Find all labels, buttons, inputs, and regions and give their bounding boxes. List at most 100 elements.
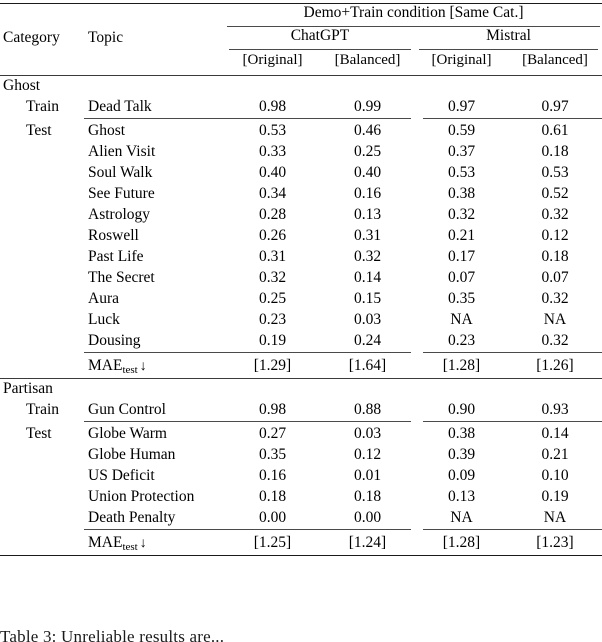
value-cell: 0.16	[353, 185, 382, 202]
value-cell: 0.14	[541, 425, 569, 442]
bottom-rule	[0, 552, 602, 556]
table-row: Test Globe Warm 0.27 0.03 0.38 0.14	[0, 422, 602, 443]
value-cell: 0.23	[447, 332, 476, 349]
topic-label: The Secret	[88, 269, 155, 286]
value-cell: 0.12	[541, 227, 569, 244]
value-cell: 0.19	[541, 488, 569, 505]
topic-label: Dead Talk	[88, 98, 152, 115]
value-cell: 0.18	[541, 248, 569, 265]
value-cell: 0.32	[541, 332, 569, 349]
mae-label-sub: test	[122, 541, 138, 553]
value-cell: 0.32	[258, 269, 287, 286]
table-row: Union Protection 0.18 0.18 0.13 0.19	[0, 485, 602, 506]
table-row-summary: MAEtest ↓ [1.29] [1.64] [1.28] [1.26]	[0, 353, 602, 376]
table-row-summary: MAEtest ↓ [1.25] [1.24] [1.28] [1.23]	[0, 530, 602, 553]
value-cell: 0.52	[541, 185, 569, 202]
value-cell: 0.40	[353, 164, 382, 181]
table-page: Category Topic Demo+Train condition [Sam…	[0, 0, 602, 642]
value-cell: 0.98	[258, 98, 287, 115]
down-arrow-icon: ↓	[139, 359, 147, 374]
table-row: Ghost	[0, 76, 602, 96]
topic-label: Gun Control	[88, 401, 166, 418]
topic-label: Aura	[88, 290, 119, 307]
value-cell: 0.53	[541, 164, 569, 181]
value-cell: 0.00	[258, 509, 287, 526]
table-row: Astrology 0.28 0.13 0.32 0.32	[0, 203, 602, 224]
value-cell: 0.13	[447, 488, 476, 505]
value-cell: 0.09	[447, 467, 476, 484]
topic-label: See Future	[88, 185, 155, 202]
value-cell: 0.93	[541, 401, 569, 418]
header-category: Category	[3, 29, 60, 46]
value-cell: 0.46	[353, 122, 382, 139]
topic-label: Globe Warm	[88, 425, 167, 442]
value-cell: [1.24]	[348, 534, 387, 551]
header-topic: Topic	[88, 29, 124, 46]
value-cell: 0.07	[447, 269, 476, 286]
header-mistral-original: [Original]	[431, 52, 492, 68]
table-row: Luck 0.23 0.03 NA NA	[0, 308, 602, 329]
topic-label: Globe Human	[88, 446, 176, 463]
value-cell: 0.15	[353, 290, 382, 307]
value-cell: 0.98	[258, 401, 287, 418]
value-cell: [1.29]	[253, 357, 292, 374]
value-cell: 0.14	[353, 269, 382, 286]
value-cell: 0.99	[353, 98, 382, 115]
value-cell: 0.28	[258, 206, 287, 223]
value-cell: 0.19	[258, 332, 287, 349]
table-row: Globe Human 0.35 0.12 0.39 0.21	[0, 443, 602, 464]
value-cell: 0.12	[353, 446, 382, 463]
value-cell: 0.40	[258, 164, 287, 181]
value-cell: [1.28]	[442, 534, 481, 551]
caption-text: Table 3: Unreliable results are...	[0, 627, 225, 642]
value-cell: 0.18	[353, 488, 382, 505]
value-cell: 0.18	[258, 488, 287, 505]
table-row: Aura 0.25 0.15 0.35 0.32	[0, 287, 602, 308]
table-row: Soul Walk 0.40 0.40 0.53 0.53	[0, 161, 602, 182]
header-chatgpt-original: [Original]	[242, 52, 303, 68]
value-cell: 0.34	[258, 185, 287, 202]
header-model-chatgpt: ChatGPT	[290, 27, 350, 44]
value-cell: 0.32	[447, 206, 476, 223]
header-row-condition: Category Topic Demo+Train condition [Sam…	[0, 4, 602, 46]
topic-label: Astrology	[88, 206, 150, 223]
split-label-train: Train	[26, 401, 60, 418]
value-cell: 0.88	[353, 401, 382, 418]
table-caption: Table 3: Unreliable results are...	[0, 627, 602, 642]
mae-label-main: MAE	[88, 357, 123, 374]
value-cell: 0.39	[447, 446, 476, 463]
value-cell: 0.38	[447, 185, 476, 202]
topic-label: Roswell	[88, 227, 139, 244]
value-cell: [1.25]	[253, 534, 292, 551]
value-cell: NA	[450, 509, 473, 526]
value-cell: [1.28]	[442, 357, 481, 374]
value-cell: 0.23	[258, 311, 287, 328]
value-cell: 0.33	[258, 143, 287, 160]
value-cell: 0.32	[541, 206, 569, 223]
table-row: Alien Visit 0.33 0.25 0.37 0.18	[0, 140, 602, 161]
results-table: Category Topic Demo+Train condition [Sam…	[0, 0, 602, 556]
table-row: Dousing 0.19 0.24 0.23 0.32	[0, 329, 602, 350]
value-cell: 0.38	[447, 425, 476, 442]
topic-label: Dousing	[88, 332, 141, 349]
value-cell: 0.32	[541, 290, 569, 307]
value-cell: 0.97	[447, 98, 476, 115]
value-cell: 0.37	[447, 143, 476, 160]
header-condition-span: Demo+Train condition [Same Cat.]	[303, 4, 524, 21]
section-category-label: Ghost	[3, 77, 41, 94]
value-cell: 0.31	[258, 248, 287, 265]
table-row: Partisan	[0, 379, 602, 399]
mae-label-sub: test	[122, 364, 138, 376]
value-cell: 0.35	[447, 290, 476, 307]
table-row: Train Dead Talk 0.98 0.99 0.97 0.97	[0, 95, 602, 116]
down-arrow-icon: ↓	[139, 536, 147, 551]
value-cell: 0.25	[353, 143, 382, 160]
value-cell: 0.21	[541, 446, 569, 463]
topic-label: Luck	[88, 311, 120, 328]
value-cell: 0.03	[353, 311, 382, 328]
table-row: Death Penalty 0.00 0.00 NA NA	[0, 506, 602, 527]
value-cell: 0.24	[353, 332, 382, 349]
value-cell: 0.35	[258, 446, 287, 463]
value-cell: 0.90	[447, 401, 476, 418]
value-cell: 0.61	[541, 122, 569, 139]
